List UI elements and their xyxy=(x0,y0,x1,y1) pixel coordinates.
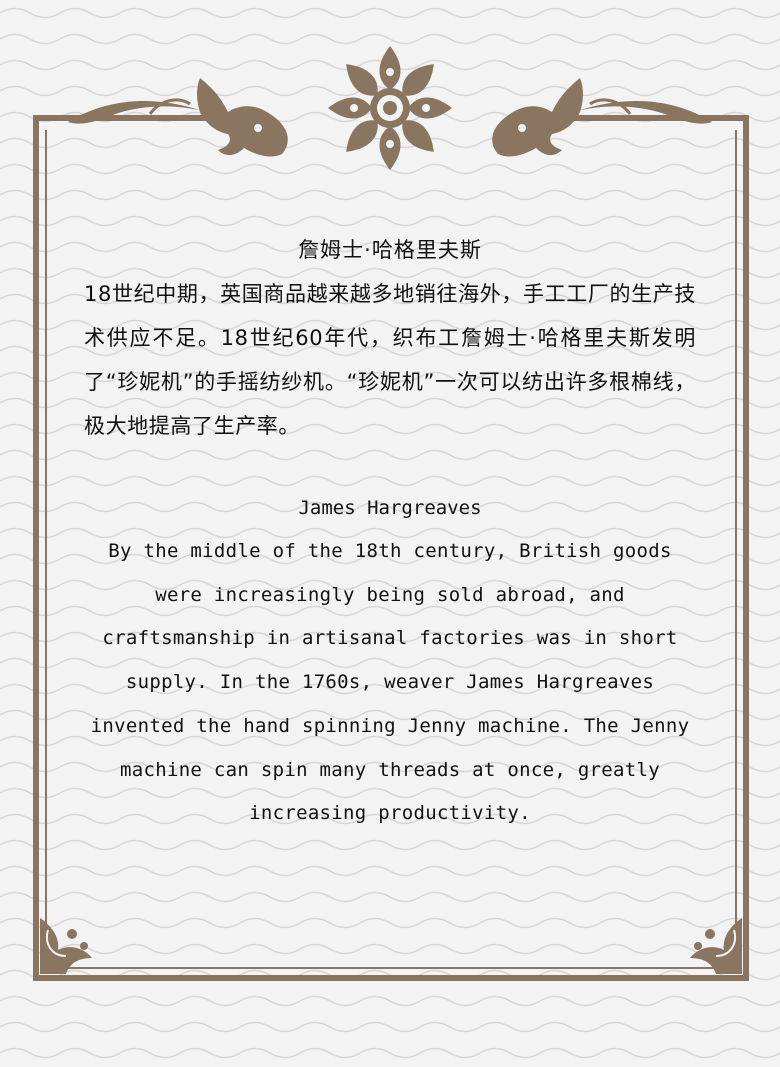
chinese-body: 18世纪中期，英国商品越来越多地销往海外，手工工厂的生产技术供应不足。18世纪6… xyxy=(84,282,696,438)
bottom-left-corner-ornament xyxy=(40,918,92,974)
bottom-right-corner-ornament xyxy=(690,918,742,974)
text-panel: 詹姆士·哈格里夫斯 18世纪中期，英国商品越来越多地销往海外，手工工厂的生产技术… xyxy=(84,228,696,836)
english-body: By the middle of the 18th century, Briti… xyxy=(90,540,690,825)
chinese-title: 詹姆士·哈格里夫斯 xyxy=(298,238,482,262)
rosette-ornament xyxy=(328,46,452,170)
english-title: James Hargreaves xyxy=(298,497,482,519)
